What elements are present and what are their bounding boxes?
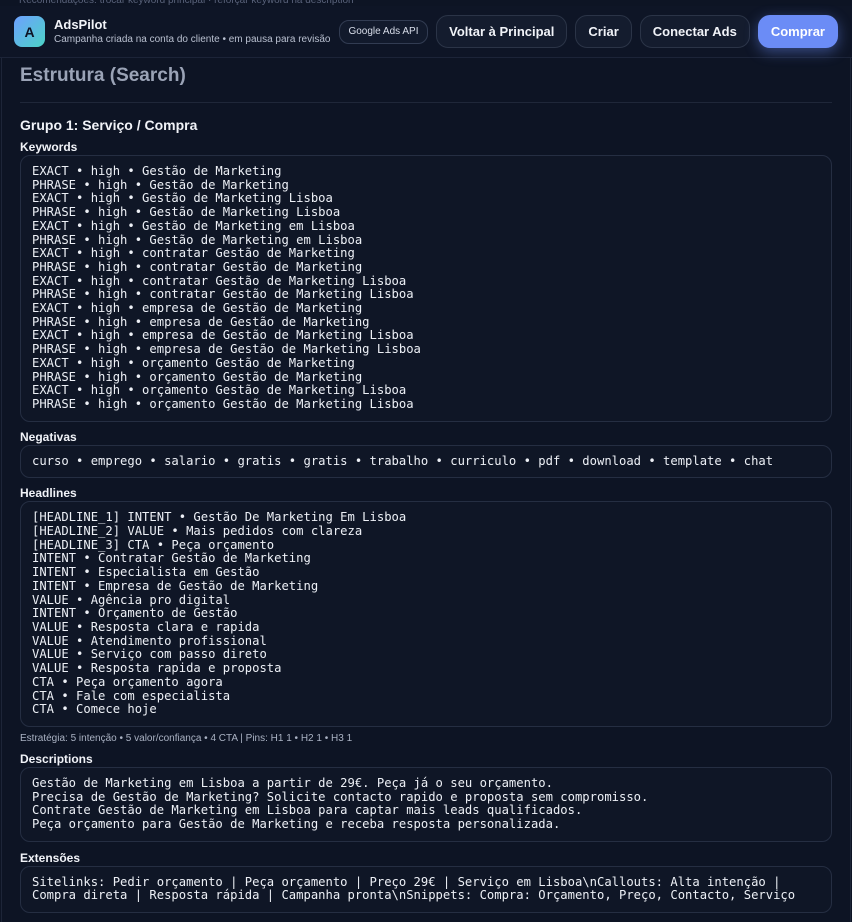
section-title: Estrutura (Search)	[20, 65, 186, 86]
headline-line: [HEADLINE_3] CTA • Peça orçamento	[32, 537, 275, 552]
description-line: Contrate Gestão de Marketing em Lisboa p…	[32, 803, 583, 818]
extensions-label: Extensões	[20, 850, 81, 865]
keywords-box: EXACT • high • Gestão de Marketing PHRASE…	[20, 155, 832, 422]
keyword-line: PHRASE • high • contratar Gestão de Mark…	[32, 287, 414, 302]
group-title: Grupo 1: Serviço / Compra	[20, 117, 198, 133]
headline-line: VALUE • Serviço com passo direto	[32, 647, 267, 662]
brand-block: AdsPilot Campanha criada na conta do cli…	[54, 17, 330, 47]
keywords-label: Keywords	[20, 140, 78, 154]
keyword-line: EXACT • high • Gestão de Marketing Lisbo…	[32, 191, 333, 206]
headlines-box: [HEADLINE_1] INTENT • Gestão De Marketin…	[20, 501, 832, 727]
keyword-line: PHRASE • high • contratar Gestão de Mark…	[32, 259, 363, 274]
headline-line: CTA • Peça orçamento agora	[32, 674, 223, 689]
app-name: AdsPilot	[54, 16, 107, 32]
keyword-line: EXACT • high • contratar Gestão de Marke…	[32, 273, 407, 288]
headline-line: INTENT • Especialista em Gestão	[32, 565, 260, 580]
description-line: Peça orçamento para Gestão de Marketing …	[32, 817, 561, 832]
extension-line: Compra direta | Resposta rápida | Campan…	[32, 888, 796, 903]
negatives-line: curso • emprego • salario • gratis • gra…	[32, 453, 774, 468]
extension-line: Sitelinks: Pedir orçamento | Peça orçame…	[32, 874, 781, 889]
headline-line: INTENT • Empresa de Gestão de Marketing	[32, 578, 319, 593]
keyword-line: EXACT • high • empresa de Gestão de Mark…	[32, 301, 363, 316]
headline-line: VALUE • Atendimento profissional	[32, 633, 267, 648]
keyword-line: PHRASE • high • orçamento Gestão de Mark…	[32, 369, 363, 384]
extensions-box: Sitelinks: Pedir orçamento | Peça orçame…	[20, 865, 832, 914]
headline-line: INTENT • Contratar Gestão de Marketing	[32, 551, 311, 566]
description-line: Gestão de Marketing em Lisboa a partir d…	[32, 775, 553, 790]
keyword-line: PHRASE • high • empresa de Gestão de Mar…	[32, 314, 370, 329]
strategy-note: Estratégia: 5 intenção • 5 valor/confian…	[20, 732, 353, 744]
back-to-main-button[interactable]: Voltar à Principal	[436, 15, 568, 48]
structure-panel: Estrutura (Search) Grupo 1: Serviço / Co…	[1, 58, 851, 922]
keyword-line: PHRASE • high • orçamento Gestão de Mark…	[32, 396, 414, 411]
keyword-line: EXACT • high • orçamento Gestão de Marke…	[32, 355, 355, 370]
keyword-line: EXACT • high • contratar Gestão de Marke…	[32, 246, 355, 261]
headline-line: CTA • Fale com especialista	[32, 688, 231, 703]
keyword-line: EXACT • high • Gestão de Marketing em Li…	[32, 218, 355, 233]
headline-line: CTA • Comece hoje	[32, 702, 157, 717]
description-line: Precisa de Gestão de Marketing? Solicite…	[32, 789, 649, 804]
app-header: A AdsPilot Campanha criada na conta do c…	[0, 6, 852, 58]
keyword-line: PHRASE • high • empresa de Gestão de Mar…	[32, 342, 421, 357]
headline-line: VALUE • Resposta clara e rapida	[32, 619, 260, 634]
buy-button[interactable]: Comprar	[757, 15, 838, 48]
headline-line: VALUE • Resposta rapida e proposta	[32, 661, 282, 676]
descriptions-label: Descriptions	[20, 751, 93, 766]
keyword-line: PHRASE • high • Gestão de Marketing Lisb…	[32, 205, 341, 220]
api-badge: Google Ads API	[339, 19, 428, 44]
keyword-line: EXACT • high • Gestão de Marketing	[32, 164, 282, 178]
headline-line: [HEADLINE_1] INTENT • Gestão De Marketin…	[32, 510, 407, 525]
create-button[interactable]: Criar	[575, 15, 632, 48]
keyword-line: PHRASE • high • Gestão de Marketing em L…	[32, 232, 363, 247]
connect-ads-button[interactable]: Conectar Ads	[639, 15, 750, 48]
keyword-line: EXACT • high • empresa de Gestão de Mark…	[32, 328, 414, 343]
negatives-box: curso • emprego • salario • gratis • gra…	[20, 444, 832, 479]
headline-line: VALUE • Agência pro digital	[32, 592, 231, 607]
app-logo: A	[14, 16, 45, 47]
campaign-status-text: Campanha criada na conta do cliente • em…	[54, 33, 331, 45]
descriptions-box: Gestão de Marketing em Lisboa a partir d…	[20, 766, 832, 842]
keyword-line: EXACT • high • orçamento Gestão de Marke…	[32, 383, 407, 398]
headlines-label: Headlines	[20, 486, 77, 501]
headline-line: [HEADLINE_2] VALUE • Mais pedidos com cl…	[32, 524, 363, 539]
headline-line: INTENT • Orçamento de Gestão	[32, 606, 238, 621]
negatives-label: Negativas	[20, 429, 77, 444]
keyword-line: PHRASE • high • Gestão de Marketing	[32, 177, 289, 192]
divider	[20, 102, 832, 103]
